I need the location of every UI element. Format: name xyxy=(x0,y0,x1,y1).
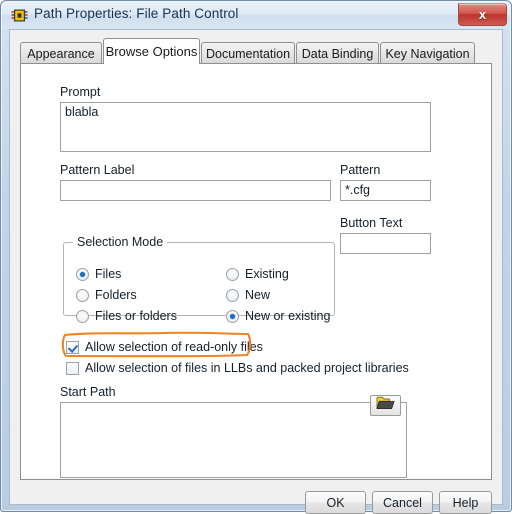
radio-label: Files or folders xyxy=(95,309,177,323)
selection-mode-title: Selection Mode xyxy=(73,235,168,249)
pattern-value: *.cfg xyxy=(345,183,371,197)
open-folder-icon xyxy=(376,396,395,415)
prompt-label: Prompt xyxy=(60,85,101,99)
ok-button-label: OK xyxy=(326,495,345,510)
close-button[interactable]: x xyxy=(458,3,507,26)
radio-indicator xyxy=(226,267,239,281)
radio-indicator xyxy=(76,267,89,281)
tab-browse-options[interactable]: Browse Options xyxy=(103,38,200,64)
pattern-label-label: Pattern Label xyxy=(60,163,135,177)
radio-indicator xyxy=(76,288,89,302)
radio-files[interactable]: Files xyxy=(76,267,121,281)
tab-data-binding[interactable]: Data Binding xyxy=(296,42,379,64)
tab-label: Browse Options xyxy=(105,44,198,59)
window-title: Path Properties: File Path Control xyxy=(34,6,239,21)
prompt-value: blabla xyxy=(65,105,99,119)
radio-indicator xyxy=(226,309,239,323)
tab-appearance[interactable]: Appearance xyxy=(20,42,102,64)
radio-indicator xyxy=(226,288,239,302)
ok-button[interactable]: OK xyxy=(305,491,366,514)
prompt-input[interactable]: blabla xyxy=(60,102,431,152)
tab-documentation[interactable]: Documentation xyxy=(201,42,295,64)
radio-label: Existing xyxy=(245,267,289,281)
pattern-input[interactable]: *.cfg xyxy=(340,180,431,201)
tab-label: Data Binding xyxy=(301,46,374,61)
checkbox-label: Allow selection of files in LLBs and pac… xyxy=(85,361,409,375)
radio-new-or-existing[interactable]: New or existing xyxy=(226,309,330,323)
labview-vi-icon xyxy=(11,7,28,24)
checkbox-allow-llb[interactable]: Allow selection of files in LLBs and pac… xyxy=(66,361,409,375)
tab-label: Key Navigation xyxy=(385,46,470,61)
radio-existing[interactable]: Existing xyxy=(226,267,289,281)
button-text-input[interactable] xyxy=(340,233,431,254)
start-path-input[interactable] xyxy=(60,402,407,478)
start-path-label: Start Path xyxy=(60,385,116,399)
radio-label: Files xyxy=(95,267,122,281)
browse-options-panel: Prompt blabla Pattern Label Pattern *.cf… xyxy=(20,63,492,480)
dialog-window: Path Properties: File Path Control x App… xyxy=(0,0,512,514)
cancel-button-label: Cancel xyxy=(383,495,422,510)
tab-label: Appearance xyxy=(27,46,95,61)
title-bar: Path Properties: File Path Control x xyxy=(2,2,510,29)
radio-label: Folders xyxy=(95,288,137,302)
button-text-label: Button Text xyxy=(340,216,403,230)
radio-indicator xyxy=(76,309,89,323)
radio-new[interactable]: New xyxy=(226,288,270,302)
pattern-label-input[interactable] xyxy=(60,180,331,201)
checkbox-label: Allow selection of read-only files xyxy=(85,340,263,354)
checkbox-indicator xyxy=(66,361,79,375)
help-button[interactable]: Help xyxy=(439,491,492,514)
checkbox-indicator xyxy=(66,340,79,354)
cancel-button[interactable]: Cancel xyxy=(372,491,433,514)
radio-folders[interactable]: Folders xyxy=(76,288,137,302)
help-button-label: Help xyxy=(452,495,479,510)
dialog-client-area: Appearance Browse Options Documentation … xyxy=(9,29,503,514)
checkbox-allow-readonly[interactable]: Allow selection of read-only files xyxy=(66,340,263,354)
radio-files-or-folders[interactable]: Files or folders xyxy=(76,309,177,323)
close-icon: x xyxy=(478,7,487,22)
radio-label: New xyxy=(245,288,271,302)
radio-label: New or existing xyxy=(245,309,331,323)
tab-label: Documentation xyxy=(205,46,291,61)
tab-key-navigation[interactable]: Key Navigation xyxy=(380,42,475,64)
pattern-label: Pattern xyxy=(340,163,381,177)
browse-folder-button[interactable] xyxy=(370,395,401,416)
tab-strip: Appearance Browse Options Documentation … xyxy=(20,38,492,64)
